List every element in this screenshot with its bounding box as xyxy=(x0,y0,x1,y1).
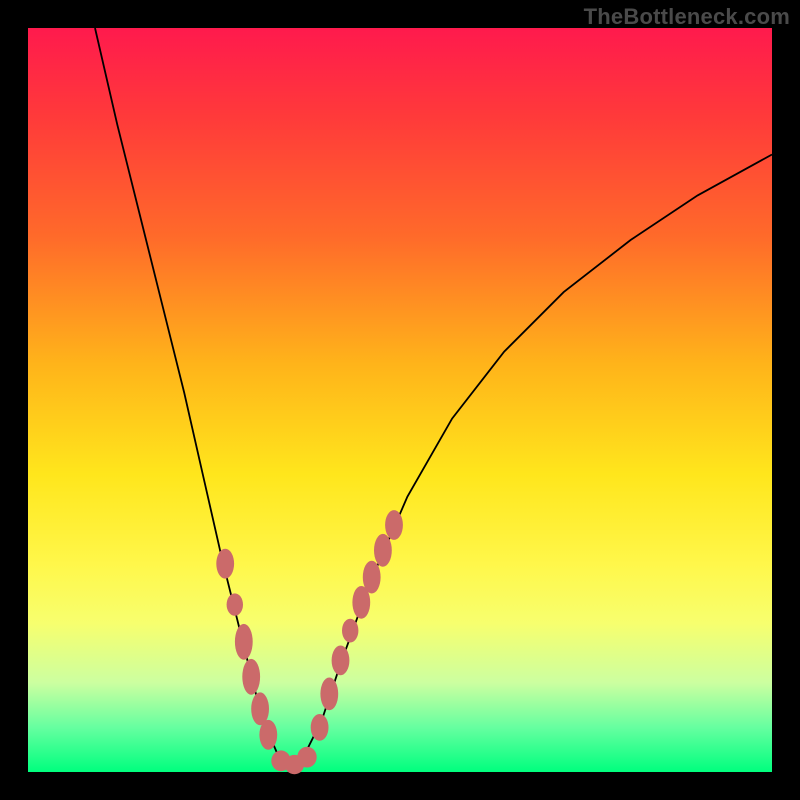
bottleneck-curve-chart xyxy=(28,28,772,772)
curve-group xyxy=(95,28,772,768)
marker-left-cluster xyxy=(242,659,260,695)
watermark-text: TheBottleneck.com xyxy=(584,4,790,30)
marker-right-cluster xyxy=(374,534,392,567)
curve-right-branch xyxy=(288,155,772,769)
marker-left-cluster xyxy=(235,624,253,660)
marker-group xyxy=(216,510,403,774)
marker-right-cluster xyxy=(385,510,403,540)
marker-right-cluster xyxy=(332,646,350,676)
marker-left-cluster xyxy=(216,549,234,579)
marker-left-cluster xyxy=(227,593,243,615)
marker-right-cluster xyxy=(363,561,381,594)
marker-right-cluster xyxy=(320,678,338,711)
marker-right-cluster xyxy=(311,714,329,741)
marker-valley-floor xyxy=(297,747,316,768)
marker-right-cluster xyxy=(342,619,358,643)
curve-left-branch xyxy=(95,28,288,768)
marker-left-cluster xyxy=(259,720,277,750)
